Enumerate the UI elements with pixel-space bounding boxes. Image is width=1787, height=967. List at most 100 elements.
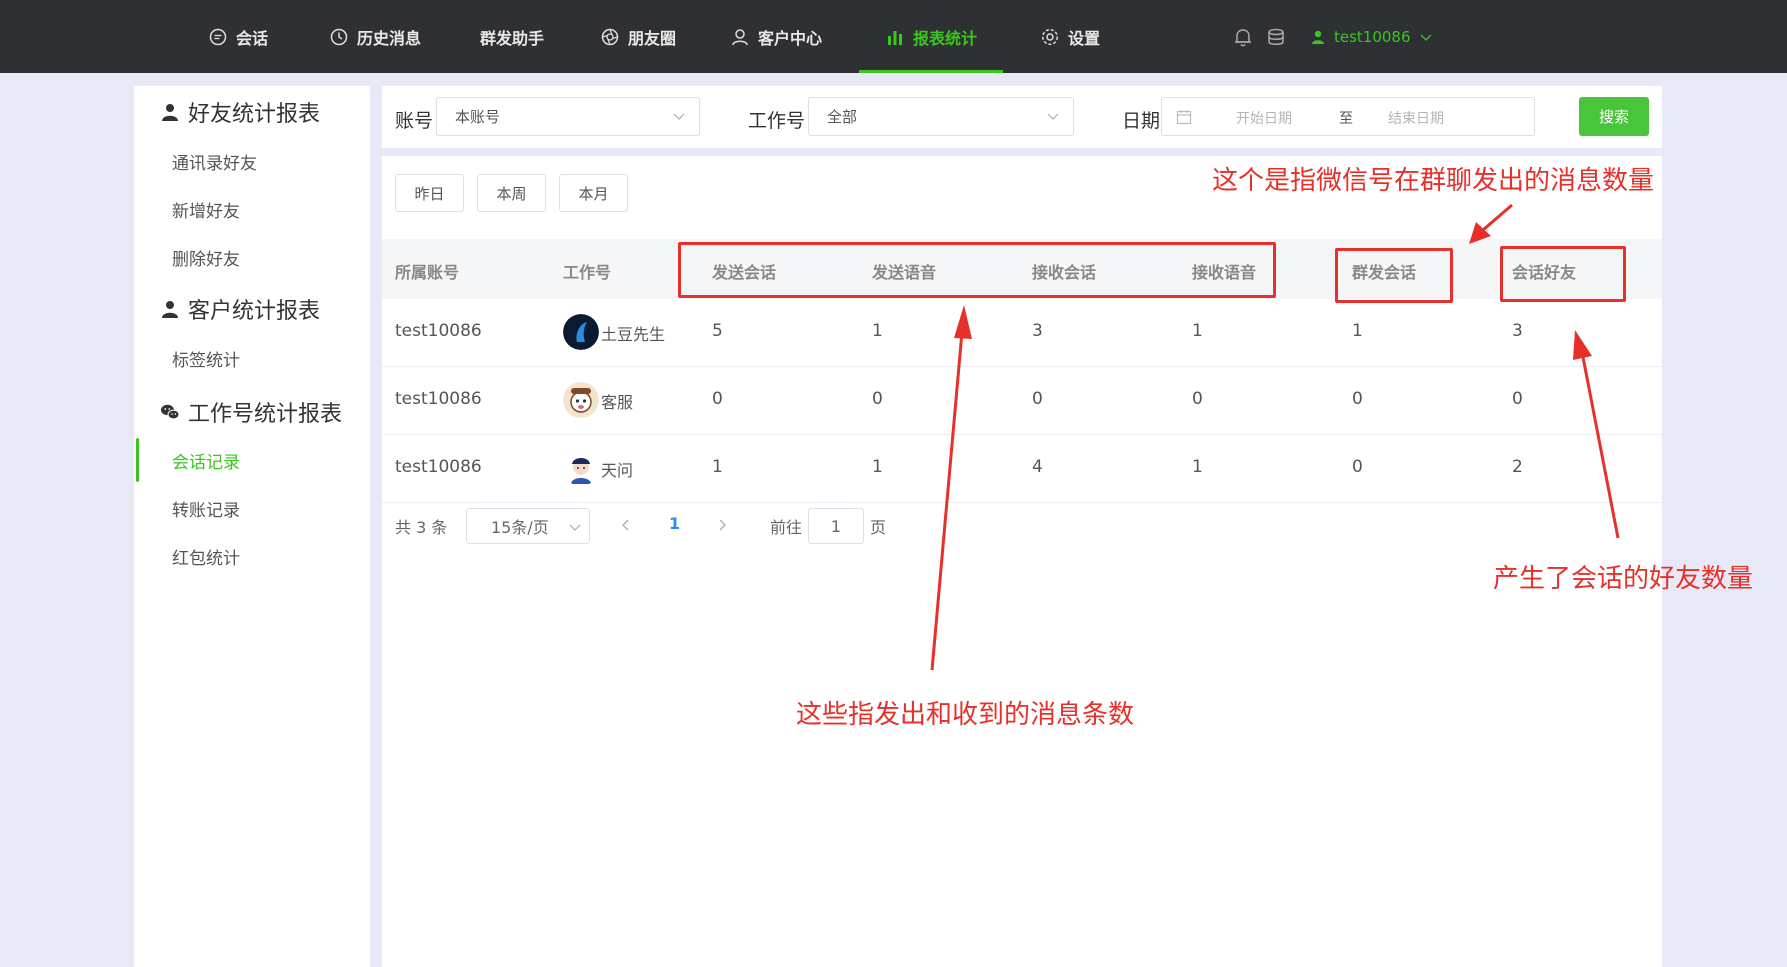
cell-chat-friends: 3 bbox=[1512, 321, 1523, 341]
nav-reports-label: 报表统计 bbox=[913, 28, 978, 48]
cell-account: test10086 bbox=[395, 389, 482, 409]
nav-chat-label: 会话 bbox=[236, 28, 269, 48]
total-count: 共 3 条 bbox=[395, 518, 448, 537]
quick-yesterday-button[interactable]: 昨日 bbox=[395, 174, 464, 212]
cell-group-chats: 0 bbox=[1352, 457, 1363, 477]
person-icon bbox=[732, 28, 748, 45]
user-menu[interactable]: test10086 bbox=[1310, 0, 1433, 73]
nav-reports[interactable]: 报表统计 bbox=[858, 0, 1004, 73]
workno-select[interactable]: 全部 bbox=[808, 97, 1074, 136]
chevron-down-icon bbox=[1420, 34, 1431, 41]
cell-workno: 土豆先生 bbox=[601, 325, 666, 344]
avatar bbox=[563, 382, 599, 418]
col-workno: 工作号 bbox=[563, 263, 612, 282]
person-icon bbox=[162, 104, 178, 121]
goto-label: 前往 bbox=[770, 518, 803, 537]
next-page-icon[interactable] bbox=[716, 519, 728, 531]
sidebar-item-tag-stats[interactable]: 标签统计 bbox=[172, 346, 240, 371]
start-date-input[interactable]: 开始日期 bbox=[1236, 108, 1292, 128]
annotation-message-counts: 这些指发出和收到的消息条数 bbox=[796, 700, 1135, 730]
nav-settings-label: 设置 bbox=[1068, 28, 1101, 48]
person-icon bbox=[162, 301, 178, 318]
goto-page-input[interactable]: 1 bbox=[808, 508, 864, 544]
nav-chat[interactable]: 会话 bbox=[208, 0, 268, 73]
account-select[interactable]: 本账号 bbox=[436, 97, 700, 136]
quick-this-month-button[interactable]: 本月 bbox=[559, 174, 628, 212]
wechat-icon bbox=[161, 404, 180, 420]
sidebar-item-contacts[interactable]: 通讯录好友 bbox=[172, 149, 257, 174]
sidebar-group-label: 工作号统计报表 bbox=[188, 402, 343, 427]
sidebar-group-friend-stats[interactable]: 好友统计报表 bbox=[160, 96, 320, 128]
chevron-down-icon bbox=[1047, 113, 1059, 120]
cell-sent-voice: 1 bbox=[872, 457, 883, 477]
chat-bubble-icon bbox=[209, 28, 227, 45]
database-icon[interactable] bbox=[1265, 26, 1287, 48]
avatar bbox=[563, 450, 599, 486]
page-size-value: 15条/页 bbox=[491, 518, 549, 537]
nav-history[interactable]: 历史消息 bbox=[329, 0, 421, 73]
current-page[interactable]: 1 bbox=[669, 514, 680, 533]
cell-received-chats: 0 bbox=[1032, 389, 1043, 409]
date-separator: 至 bbox=[1339, 111, 1353, 127]
calendar-icon bbox=[1176, 110, 1192, 125]
filter-bar: 账号 本账号 工作号 全部 日期 开始日期 至 结束日期 搜索 bbox=[382, 86, 1662, 148]
nav-broadcast-label: 群发助手 bbox=[480, 28, 545, 48]
sidebar-item-new-friends[interactable]: 新增好友 bbox=[172, 197, 240, 222]
cell-sent-chats: 1 bbox=[712, 457, 723, 477]
sidebar-group-workno-stats[interactable]: 工作号统计报表 bbox=[160, 396, 342, 428]
bar-chart-icon bbox=[888, 30, 902, 45]
end-date-input[interactable]: 结束日期 bbox=[1388, 108, 1444, 128]
bell-icon[interactable] bbox=[1232, 26, 1254, 48]
aperture-icon bbox=[601, 28, 619, 45]
sidebar: 好友统计报表 通讯录好友 新增好友 删除好友 客户统计报表 标签统计 工作号统计… bbox=[134, 86, 370, 967]
nav-customer-center-label: 客户中心 bbox=[758, 28, 823, 48]
cell-group-chats: 0 bbox=[1352, 389, 1363, 409]
search-button[interactable]: 搜索 bbox=[1579, 97, 1649, 136]
nav-settings[interactable]: 设置 bbox=[1040, 0, 1100, 73]
cell-workno: 天问 bbox=[601, 461, 634, 480]
gear-icon bbox=[1041, 28, 1059, 45]
chevron-down-icon bbox=[569, 524, 581, 531]
cell-account: test10086 bbox=[395, 457, 482, 477]
goto-page-value: 1 bbox=[830, 516, 842, 536]
table-row[interactable]: test10086 土豆先生 5 1 3 1 1 3 bbox=[382, 299, 1662, 367]
pagination: 共 3 条 15条/页 1 前往 1 页 bbox=[382, 506, 1662, 546]
cell-received-chats: 3 bbox=[1032, 321, 1043, 341]
nav-customer-center[interactable]: 客户中心 bbox=[730, 0, 822, 73]
page-suffix: 页 bbox=[870, 518, 887, 537]
cell-sent-voice: 1 bbox=[872, 321, 883, 341]
cell-received-voice: 1 bbox=[1192, 321, 1203, 341]
annotation-box-group-chats bbox=[1335, 248, 1453, 303]
avatar bbox=[563, 314, 599, 350]
cell-workno: 客服 bbox=[601, 393, 634, 412]
cell-sent-voice: 0 bbox=[872, 389, 883, 409]
nav-moments[interactable]: 朋友圈 bbox=[600, 0, 676, 73]
sidebar-item-red-packet-stats[interactable]: 红包统计 bbox=[172, 544, 240, 569]
sidebar-group-label: 好友统计报表 bbox=[188, 102, 321, 127]
annotation-chat-friends: 产生了会话的好友数量 bbox=[1493, 564, 1754, 594]
sidebar-group-customer-stats[interactable]: 客户统计报表 bbox=[160, 293, 320, 325]
nav-broadcast[interactable]: 群发助手 bbox=[480, 0, 544, 73]
workno-select-value: 全部 bbox=[827, 108, 858, 126]
chevron-down-icon bbox=[673, 113, 685, 120]
table-row[interactable]: test10086 客服 0 0 0 0 0 0 bbox=[382, 367, 1662, 435]
annotation-box-chat-friends bbox=[1500, 246, 1626, 302]
sidebar-item-transfer-records[interactable]: 转账记录 bbox=[172, 496, 240, 521]
workno-label: 工作号 bbox=[748, 110, 806, 132]
username: test10086 bbox=[1334, 27, 1411, 46]
cell-sent-chats: 5 bbox=[712, 321, 723, 341]
prev-page-icon[interactable] bbox=[620, 519, 632, 531]
sidebar-item-chat-records[interactable]: 会话记录 bbox=[172, 448, 240, 473]
date-range-picker[interactable]: 开始日期 至 结束日期 bbox=[1161, 97, 1535, 136]
cell-account: test10086 bbox=[395, 321, 482, 341]
nav-history-label: 历史消息 bbox=[357, 28, 422, 48]
cell-chat-friends: 2 bbox=[1512, 457, 1523, 477]
cell-chat-friends: 0 bbox=[1512, 389, 1523, 409]
table-row[interactable]: test10086 天问 1 1 4 1 0 2 bbox=[382, 435, 1662, 503]
quick-this-week-button[interactable]: 本周 bbox=[477, 174, 546, 212]
sidebar-item-deleted-friends[interactable]: 删除好友 bbox=[172, 245, 240, 270]
clock-icon bbox=[330, 28, 348, 45]
cell-received-chats: 4 bbox=[1032, 457, 1043, 477]
sidebar-group-label: 客户统计报表 bbox=[188, 299, 321, 324]
page-size-select[interactable]: 15条/页 bbox=[466, 508, 590, 544]
